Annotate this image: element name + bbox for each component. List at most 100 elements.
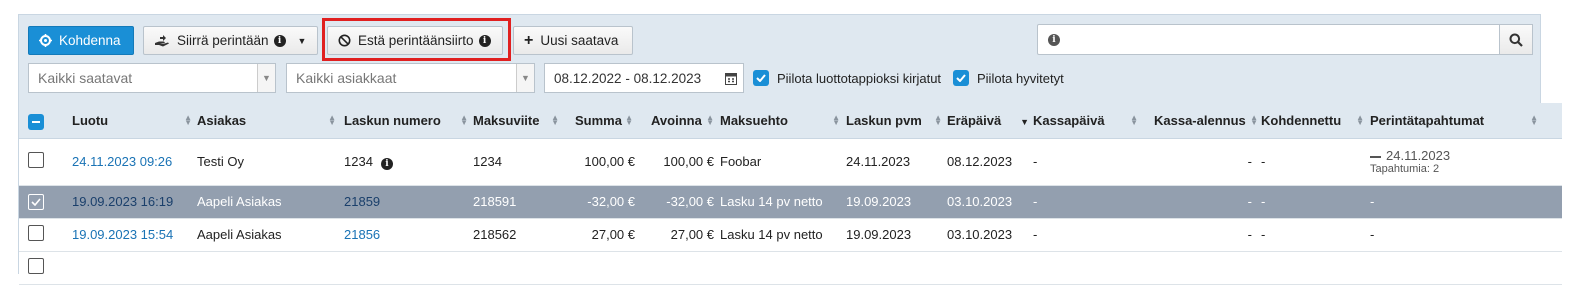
sort-icon: ▲ ▼ <box>934 113 942 127</box>
search-input[interactable]: i <box>1037 24 1500 55</box>
checkbox-unchecked-icon <box>28 258 44 274</box>
laskun-numero-cell[interactable]: 21859 <box>344 185 473 219</box>
sort-icon: ▲ ▼ <box>328 113 336 127</box>
calendar-icon <box>725 73 737 85</box>
checkbox-unchecked-icon <box>28 152 44 168</box>
table-row-selected[interactable]: 19.09.2023 16:19 Aapeli Asiakas 21859 21… <box>19 185 1562 219</box>
col-maksuviite[interactable]: Maksuviite ▲ ▼ <box>473 103 559 139</box>
col-laskun-pvm[interactable]: Laskun pvm ▲ ▼ <box>840 103 947 139</box>
date-range-input[interactable]: 08.12.2022 - 08.12.2023 <box>544 63 744 93</box>
col-summa[interactable]: Summa ▲ ▼ <box>559 103 635 139</box>
siirra-label: Siirrä perintään <box>177 33 269 48</box>
summa-cell: 100,00 € <box>559 138 635 186</box>
laskun-numero-cell[interactable]: 21856 <box>344 218 473 252</box>
select-all-checkbox[interactable] <box>19 103 72 139</box>
highlight-box <box>322 18 511 61</box>
kohdenna-button[interactable]: Kohdenna <box>28 26 134 55</box>
col-laskun-numero[interactable]: Laskun numero ▲ ▼ <box>344 103 473 139</box>
perinta-cell: - <box>1370 218 1562 252</box>
saatavat-value: Kaikki saatavat <box>38 70 133 86</box>
kassapaiva-cell: - <box>1033 185 1144 219</box>
kassa-alennus-cell: - <box>1144 185 1258 219</box>
checkbox-unchecked-icon <box>28 225 44 241</box>
sort-icon: ▲ ▼ <box>625 113 633 127</box>
receivables-table: Luotu ▲ ▼ Asiakas ▲ ▼ Laskun numero ▲ ▼ Maksuv… <box>19 103 1562 285</box>
table-header-row: Luotu ▲ ▼ Asiakas ▲ ▼ Laskun numero ▲ ▼ Maksuv… <box>19 103 1562 139</box>
col-kassa-alennus[interactable]: Kassa-alennus ▲ ▼ <box>1144 103 1258 139</box>
col-erapaiva[interactable]: Eräpäivä ▼ <box>947 103 1033 139</box>
sort-icon: ▲ ▼ <box>551 113 559 127</box>
summa-cell: -32,00 € <box>559 185 635 219</box>
row-checkbox[interactable] <box>19 185 72 219</box>
uusi-label: Uusi saatava <box>540 33 619 48</box>
hand-money-icon <box>154 34 170 48</box>
laskun-pvm-cell: 19.09.2023 <box>840 218 947 252</box>
row-checkbox[interactable] <box>19 251 72 285</box>
erapaiva-cell: 03.10.2023 <box>947 218 1033 252</box>
checkbox-checked-icon <box>753 70 769 86</box>
info-icon: i <box>1048 34 1060 46</box>
plus-icon: + <box>524 31 534 49</box>
asiakas-cell: Testi Oy <box>197 138 344 186</box>
saatavat-select[interactable]: Kaikki saatavat ▼ <box>28 63 276 93</box>
col-avoinna[interactable]: Avoinna ▲ ▼ <box>635 103 714 139</box>
piilota-luotto-label: Piilota luottotappioksi kirjatut <box>777 70 942 86</box>
kassapaiva-cell: - <box>1033 218 1144 252</box>
sort-icon: ▲ ▼ <box>1530 113 1538 127</box>
piilota-luotto-checkbox[interactable]: Piilota luottotappioksi kirjatut <box>753 70 941 86</box>
kohdennettu-cell: - <box>1258 185 1370 219</box>
chevron-down-icon: ▼ <box>516 64 534 92</box>
col-kassapaiva[interactable]: Kassapäivä ▲ ▼ <box>1033 103 1144 139</box>
luotu-cell[interactable]: 19.09.2023 15:54 <box>72 218 197 252</box>
kohdennettu-cell: - <box>1258 138 1370 186</box>
maksuviite-cell: 218562 <box>473 218 559 252</box>
piilota-hyvitetyt-checkbox[interactable]: Piilota hyvitetyt <box>953 70 1064 86</box>
uusi-saatava-button[interactable]: + Uusi saatava <box>513 26 633 55</box>
perinta-cell: 24.11.2023 Tapahtumia: 2 <box>1370 138 1562 186</box>
col-asiakas[interactable]: Asiakas ▲ ▼ <box>197 103 344 139</box>
kassapaiva-cell: - <box>1033 138 1144 186</box>
row-checkbox[interactable] <box>19 218 72 252</box>
sort-icon: ▲ ▼ <box>1250 113 1258 127</box>
laskun-pvm-cell: 24.11.2023 <box>840 138 947 186</box>
chevron-down-icon: ▼ <box>297 35 307 46</box>
asiakas-cell: Aapeli Asiakas <box>197 185 344 219</box>
luotu-cell[interactable]: 19.09.2023 16:19 <box>72 185 197 219</box>
col-perintatapahtumat[interactable]: Perintätapahtumat ▲ ▼ <box>1370 103 1562 139</box>
col-maksuehto[interactable]: Maksuehto ▲ ▼ <box>714 103 840 139</box>
col-luotu[interactable]: Luotu ▲ ▼ <box>72 103 197 139</box>
siirra-perintaan-button[interactable]: Siirrä perintään i ▼ <box>143 26 318 55</box>
table-row-partial[interactable] <box>19 251 1562 285</box>
maksuviite-cell: 1234 <box>473 138 559 186</box>
maksuehto-cell: Lasku 14 pv netto <box>714 218 840 252</box>
table-row[interactable]: 19.09.2023 15:54 Aapeli Asiakas 21856 21… <box>19 218 1562 252</box>
info-icon: i <box>273 34 286 47</box>
piilota-hyvitetyt-label: Piilota hyvitetyt <box>977 70 1064 86</box>
col-kohdennettu[interactable]: Kohdennettu ▲ ▼ <box>1258 103 1370 139</box>
chevron-down-icon: ▼ <box>257 64 275 92</box>
dash-icon <box>1370 155 1381 158</box>
search-icon <box>1509 33 1523 47</box>
crosshair-icon <box>39 34 52 47</box>
table-row[interactable]: 24.11.2023 09:26 Testi Oy 1234 i 1234 100… <box>19 138 1562 186</box>
sort-icon: ▲ ▼ <box>1356 113 1364 127</box>
row-checkbox[interactable] <box>19 138 72 186</box>
maksuviite-cell: 218591 <box>473 185 559 219</box>
maksuehto-cell: Lasku 14 pv netto <box>714 185 840 219</box>
maksuehto-cell: Foobar <box>714 138 840 186</box>
info-icon: i <box>380 157 393 170</box>
sort-icon: ▲ ▼ <box>706 113 714 127</box>
checkbox-checked-icon <box>953 70 969 86</box>
sort-desc-icon: ▼ <box>1020 117 1029 127</box>
sort-icon: ▲ ▼ <box>460 113 468 127</box>
avoinna-cell: 100,00 € <box>635 138 714 186</box>
summa-cell: 27,00 € <box>559 218 635 252</box>
search-button[interactable] <box>1499 24 1533 55</box>
asiakkaat-select[interactable]: Kaikki asiakkaat ▼ <box>286 63 535 93</box>
erapaiva-cell: 08.12.2023 <box>947 138 1033 186</box>
asiakkaat-value: Kaikki asiakkaat <box>296 70 397 86</box>
sort-icon: ▲ ▼ <box>1130 113 1138 127</box>
luotu-cell[interactable]: 24.11.2023 09:26 <box>72 138 197 186</box>
sort-icon: ▲ ▼ <box>832 113 840 127</box>
checkbox-checked-icon <box>28 193 44 210</box>
